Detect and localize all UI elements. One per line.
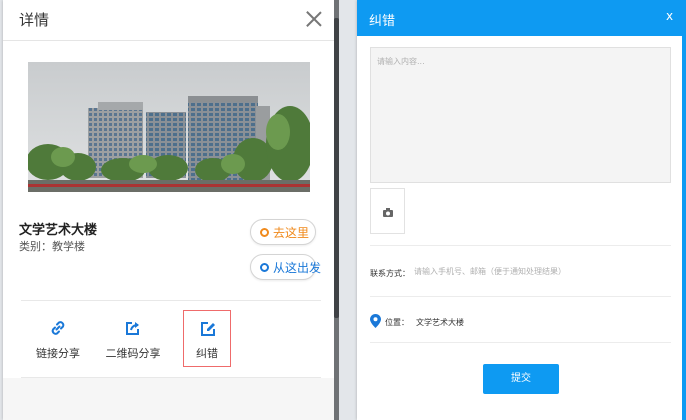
place-category: 类别：教学楼 (19, 238, 85, 254)
edit-icon (201, 322, 215, 336)
go-here-dot-icon (260, 228, 269, 237)
contact-label: 联系方式： (370, 269, 410, 278)
report-error-button[interactable]: 纠错 (183, 310, 231, 367)
building-photo (28, 62, 310, 192)
contact-input[interactable]: 请输入手机号、邮箱（便于通知处理结果） (414, 262, 670, 282)
panel-footer (3, 378, 334, 420)
link-icon (51, 321, 65, 335)
divider (370, 245, 671, 246)
content-textarea[interactable]: 请输入内容... (370, 47, 671, 183)
start-from-here-label: 从这出发 (273, 261, 322, 275)
divider (370, 342, 671, 343)
camera-icon (383, 208, 393, 217)
close-icon[interactable]: x (666, 9, 673, 23)
dialog-edge (682, 0, 686, 420)
location-pin-icon (370, 314, 381, 328)
report-error-label: 纠错 (196, 347, 218, 360)
upload-photo-button[interactable] (370, 188, 405, 234)
category-value: 教学楼 (52, 240, 85, 253)
share-icon (126, 322, 139, 335)
location-label: 位置： (385, 318, 409, 327)
start-dot-icon (260, 263, 269, 272)
submit-button[interactable]: 提交 (483, 364, 559, 394)
go-here-button[interactable]: 去这里 (250, 219, 316, 245)
dialog-title: 纠错 (369, 14, 396, 29)
divider (21, 300, 321, 301)
place-name: 文学艺术大楼 (19, 223, 98, 238)
scrollbar[interactable] (334, 0, 339, 420)
close-icon[interactable] (305, 10, 323, 28)
start-from-here-button[interactable]: 从这出发 (250, 254, 321, 280)
link-share-label: 链接分享 (36, 347, 80, 360)
divider (370, 296, 671, 297)
category-label: 类别： (19, 240, 52, 253)
scrollbar-thumb[interactable] (334, 18, 339, 318)
location-value: 文学艺术大楼 (416, 318, 464, 327)
link-share-button[interactable]: 链接分享 (23, 316, 93, 366)
detail-header: 详情 (3, 0, 334, 41)
qrcode-share-label: 二维码分享 (105, 347, 161, 360)
detail-title: 详情 (19, 11, 50, 29)
qrcode-share-button[interactable]: 二维码分享 (98, 316, 168, 366)
dialog-header: 纠错 x (357, 0, 686, 36)
correction-dialog: 纠错 x 请输入内容... 联系方式： 请输入手机号、邮箱（便于通知处理结果） … (357, 0, 686, 420)
go-here-label: 去这里 (273, 226, 310, 240)
detail-panel: 详情 文学艺术大楼 类别：教学楼 去这里 从这出发 链接分享 二维码分享 纠错 (3, 0, 334, 420)
